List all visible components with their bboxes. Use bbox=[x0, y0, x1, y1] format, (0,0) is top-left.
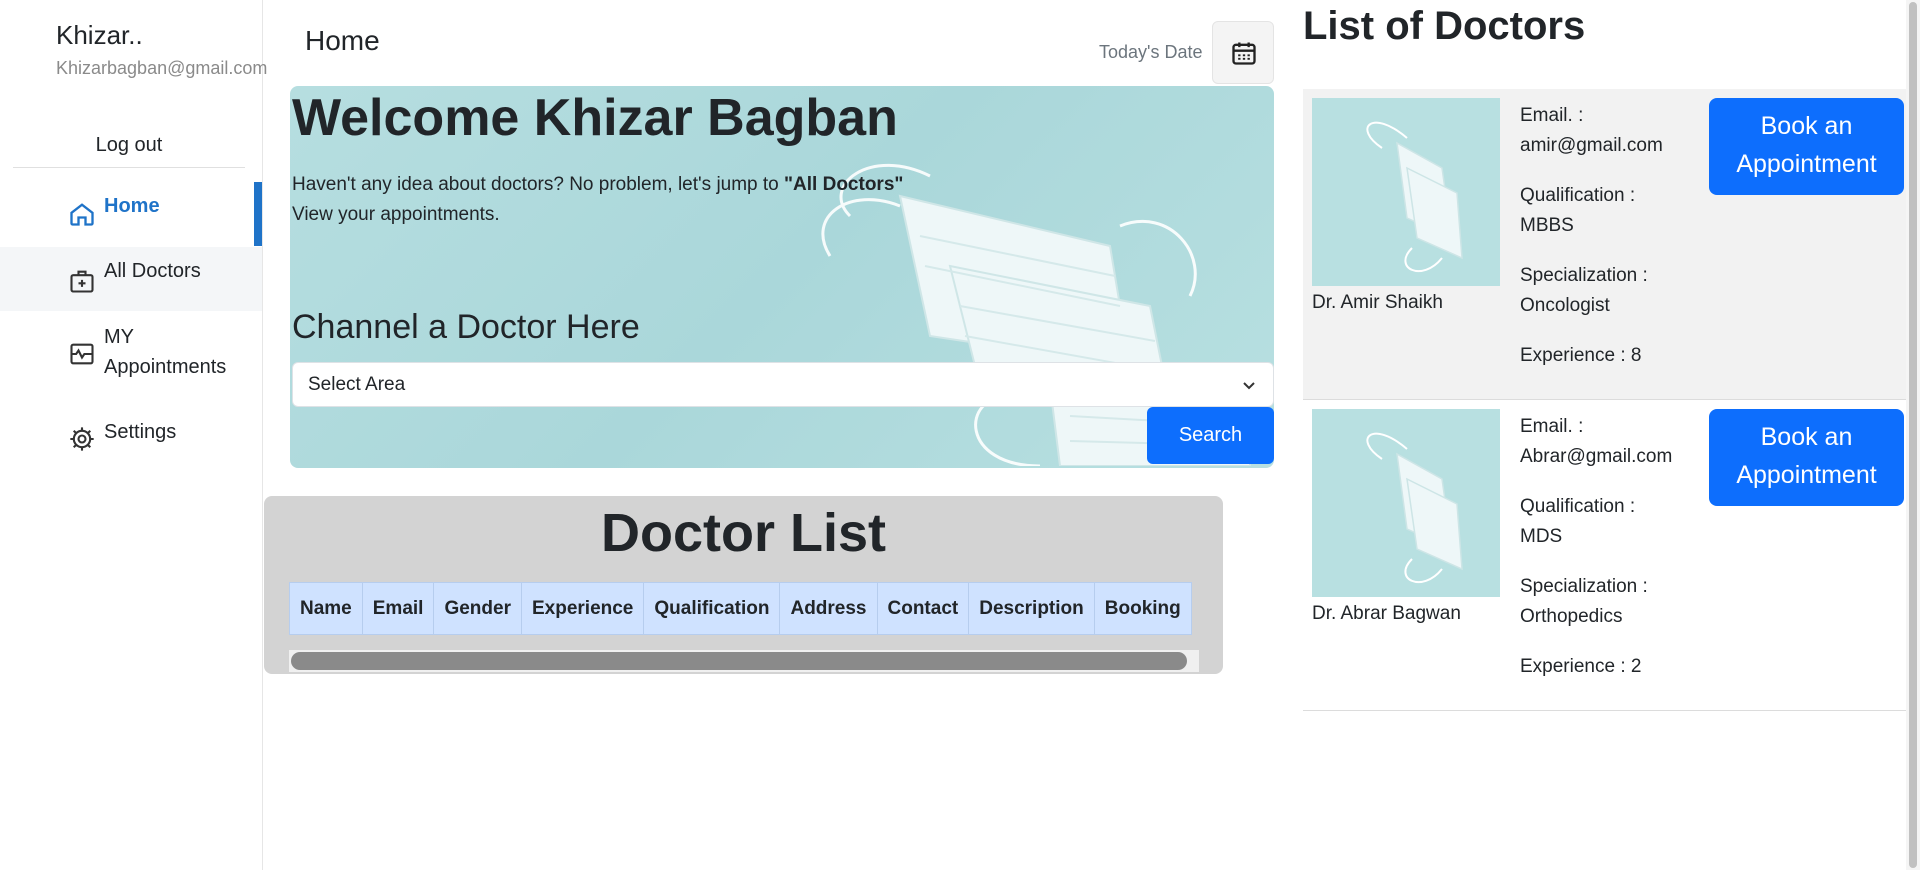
sidebar-item-label-line2: Appointments bbox=[104, 356, 227, 378]
page-title: Home bbox=[305, 25, 380, 56]
column-header-address: Address bbox=[779, 582, 878, 635]
scrollbar-thumb[interactable] bbox=[1909, 2, 1917, 868]
date-label: Today's Date bbox=[1099, 42, 1203, 62]
horizontal-scrollbar[interactable] bbox=[289, 650, 1199, 672]
search-button[interactable]: Search bbox=[1147, 407, 1274, 464]
area-select-value: Select Area bbox=[308, 374, 406, 395]
book-label-line1: Book an bbox=[1760, 423, 1853, 451]
doctor-qualification: MBBS bbox=[1520, 215, 1574, 236]
sidebar-item-label: Home bbox=[104, 195, 160, 217]
medical-bag-icon bbox=[68, 267, 96, 295]
chevron-down-icon bbox=[1243, 382, 1255, 390]
doctor-specialization: Orthopedics bbox=[1520, 606, 1623, 627]
column-header-contact: Contact bbox=[876, 582, 970, 635]
column-header-booking: Booking bbox=[1093, 582, 1192, 635]
all-doctors-link[interactable]: "All Doctors" bbox=[784, 174, 903, 195]
doctor-photo bbox=[1312, 409, 1500, 597]
doctor-list-card: Doctor List Name Email Gender Experience… bbox=[264, 496, 1223, 674]
sidebar-item-settings[interactable]: Settings bbox=[0, 415, 262, 465]
column-header-qualification: Qualification bbox=[643, 582, 781, 635]
sidebar-item-label-line1: MY bbox=[104, 326, 134, 348]
doctor-name: Dr. Amir Shaikh bbox=[1312, 292, 1443, 313]
vertical-scrollbar[interactable] bbox=[1906, 0, 1920, 870]
doctor-info: Email. : amir@gmail.com Qualification : MB… bbox=[1520, 101, 1663, 391]
sidebar-item-my-appointments[interactable]: MY Appointments bbox=[0, 320, 262, 390]
doctor-card: Dr. Abrar Bagwan Email. : Abrar@gmail.com… bbox=[1303, 400, 1920, 711]
column-header-gender: Gender bbox=[433, 582, 522, 635]
specialization-label: Specialization : bbox=[1520, 576, 1648, 597]
intro-text: Haven't any idea about doctors? No probl… bbox=[292, 170, 903, 230]
doctor-qualification: MDS bbox=[1520, 526, 1563, 547]
book-label-line2: Appointment bbox=[1736, 461, 1877, 489]
calendar-icon bbox=[1232, 42, 1256, 65]
sidebar-item-label: Settings bbox=[104, 421, 177, 443]
doctor-email: Abrar@gmail.com bbox=[1520, 446, 1673, 467]
qualification-label: Qualification : bbox=[1520, 185, 1636, 206]
calendar-button[interactable] bbox=[1212, 21, 1274, 84]
book-appointment-button[interactable]: Book an Appointment bbox=[1709, 409, 1904, 506]
intro-line2: View your appointments. bbox=[292, 204, 500, 225]
doctor-table-wrapper: Name Email Gender Experience Qualificati… bbox=[289, 582, 1199, 672]
logout-button[interactable]: Log out bbox=[13, 128, 245, 168]
sidebar-item-home[interactable]: Home bbox=[0, 182, 262, 246]
welcome-heading: Welcome Khizar Bagban bbox=[292, 89, 898, 147]
book-label-line1: Book an bbox=[1760, 112, 1853, 140]
qualification-label: Qualification : bbox=[1520, 496, 1636, 517]
active-indicator bbox=[254, 182, 262, 246]
welcome-banner: Welcome Khizar Bagban Haven't any idea a… bbox=[290, 86, 1274, 468]
schedule-icon bbox=[68, 340, 96, 368]
doctor-table: Name Email Gender Experience Qualificati… bbox=[289, 582, 1192, 635]
specialization-label: Specialization : bbox=[1520, 265, 1648, 286]
home-icon bbox=[68, 200, 96, 228]
doctor-list-title: Doctor List bbox=[600, 503, 886, 563]
intro-prefix: Haven't any idea about doctors? No probl… bbox=[292, 174, 785, 195]
doctor-experience: Experience : 2 bbox=[1520, 656, 1642, 677]
doctor-email: amir@gmail.com bbox=[1520, 135, 1663, 156]
doctor-name: Dr. Abrar Bagwan bbox=[1312, 603, 1461, 624]
column-header-description: Description bbox=[968, 582, 1095, 635]
email-label: Email. : bbox=[1520, 416, 1584, 437]
doctor-experience: Experience : 8 bbox=[1520, 345, 1642, 366]
sidebar-item-label: All Doctors bbox=[104, 260, 201, 282]
doctor-card: Dr. Amir Shaikh Email. : amir@gmail.com Q… bbox=[1303, 89, 1920, 400]
profile-name: Khizar.. bbox=[56, 20, 143, 50]
book-label-line2: Appointment bbox=[1736, 150, 1877, 178]
profile-email: Khizarbagban@gmail.com bbox=[56, 58, 268, 78]
table-header-row: Name Email Gender Experience Qualificati… bbox=[289, 582, 1192, 635]
gear-icon bbox=[68, 425, 96, 453]
column-header-email: Email bbox=[361, 582, 435, 635]
sidebar: Khizar.. Khizarbagban@gmail.com Log out … bbox=[0, 0, 267, 870]
scrollbar-thumb[interactable] bbox=[291, 652, 1187, 670]
email-label: Email. : bbox=[1520, 105, 1584, 126]
column-header-experience: Experience bbox=[520, 582, 645, 635]
channel-heading: Channel a Doctor Here bbox=[292, 308, 640, 346]
doctor-specialization: Oncologist bbox=[1520, 295, 1610, 316]
column-header-name: Name bbox=[289, 582, 363, 635]
area-select[interactable]: Select Area bbox=[292, 362, 1274, 407]
book-appointment-button[interactable]: Book an Appointment bbox=[1709, 98, 1904, 195]
sidebar-item-all-doctors[interactable]: All Doctors bbox=[0, 247, 262, 311]
list-of-doctors-title: List of Doctors bbox=[1303, 4, 1586, 48]
doctor-photo bbox=[1312, 98, 1500, 286]
doctor-info: Email. : Abrar@gmail.com Qualification : M… bbox=[1520, 412, 1672, 702]
